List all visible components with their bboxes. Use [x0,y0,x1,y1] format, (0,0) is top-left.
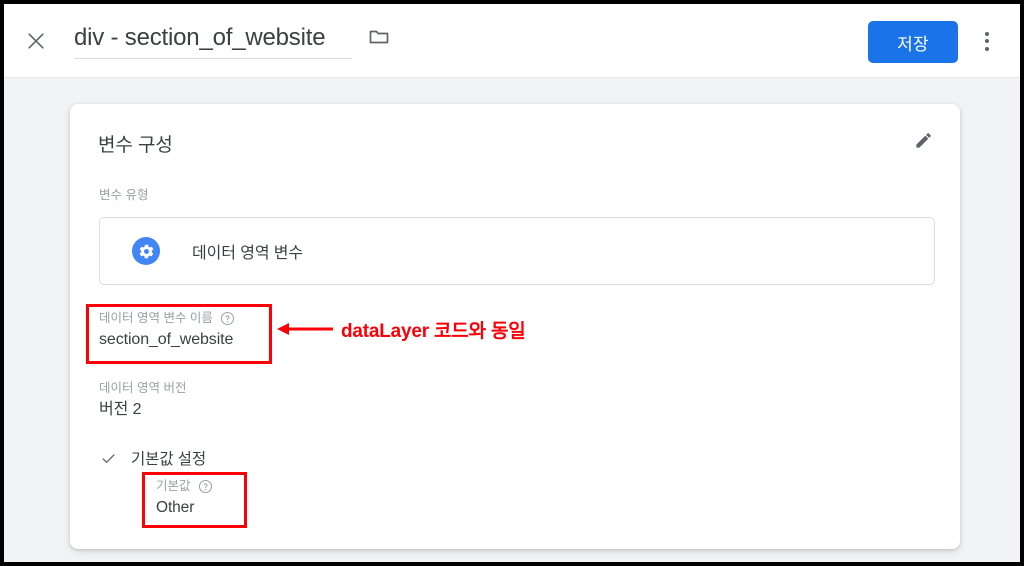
folder-icon [367,25,391,54]
data-layer-variable-name-label-row: 데이터 영역 변수 이름 [99,310,235,326]
data-layer-version-value[interactable]: 버전 2 [99,399,186,421]
check-icon [99,449,117,467]
default-value-value[interactable]: Other [156,497,213,519]
data-layer-variable-name-value[interactable]: section_of_website [99,329,235,351]
help-circle-icon[interactable] [220,311,235,326]
variable-type-value: 데이터 영역 변수 [192,245,304,262]
variable-type-label: 변수 유형 [99,188,149,202]
edit-button[interactable] [908,128,938,158]
set-default-value-label: 기본값 설정 [131,451,207,468]
variable-configuration-card: 변수 구성 변수 유형 데이터 영역 변수 데이터 영역 변수 이름 secti… [70,104,960,549]
gear-icon [132,237,160,265]
default-value-label-row: 기본값 [156,478,213,494]
close-button[interactable] [18,23,54,59]
more-vert-icon [985,31,989,36]
data-layer-variable-name-field: 데이터 영역 변수 이름 section_of_website [99,310,235,351]
folder-button[interactable] [366,26,392,52]
close-icon [26,31,46,51]
help-circle-icon-default[interactable] [198,479,213,494]
data-layer-variable-name-label: 데이터 영역 변수 이름 [99,311,213,325]
variable-name-input[interactable]: div - section_of_website [74,24,352,59]
more-vert-icon-dot2 [985,39,989,43]
save-button[interactable]: 저장 [868,21,958,63]
top-app-bar: div - section_of_website 저장 [4,4,1020,78]
data-layer-version-field: 데이터 영역 버전 버전 2 [99,380,186,421]
set-default-value-row[interactable]: 기본값 설정 [99,447,206,469]
variable-type-select[interactable]: 데이터 영역 변수 [99,217,935,285]
data-layer-version-label: 데이터 영역 버전 [99,381,187,395]
variable-name-text: div - section_of_website [74,24,326,51]
title-area: div - section_of_website [74,24,392,59]
more-vert-icon-dot3 [985,46,989,51]
pencil-icon [914,131,933,155]
more-options-button[interactable] [970,24,1004,58]
card-title: 변수 구성 [98,135,173,156]
app-screen: div - section_of_website 저장 변수 구성 변수 유형 … [0,0,1024,566]
default-value-field: 기본값 Other [156,478,213,519]
default-value-label: 기본값 [156,479,191,493]
